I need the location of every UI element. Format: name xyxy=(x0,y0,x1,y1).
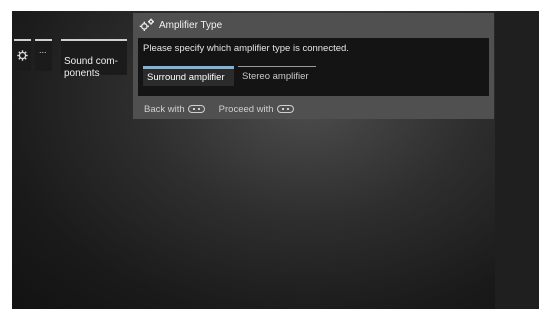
screen-edge-strip xyxy=(495,11,539,309)
breadcrumb-ellipsis[interactable]: ... xyxy=(35,39,52,71)
dialog-prompt: Please specify which amplifier type is c… xyxy=(143,43,349,54)
back-hint-label: Back with xyxy=(144,103,185,115)
breadcrumb-sound-components[interactable]: Sound com- ponents xyxy=(61,39,127,79)
gear-icon xyxy=(17,50,28,61)
breadcrumb-settings[interactable] xyxy=(14,39,31,71)
dialog-footer: Back with Proceed with xyxy=(144,102,294,116)
dialog-title: Amplifier Type xyxy=(159,19,223,31)
amplifier-type-dialog: Amplifier Type Please specify which ampl… xyxy=(133,13,494,119)
dialog-header: Amplifier Type xyxy=(139,17,222,33)
dialog-body: Please specify which amplifier type is c… xyxy=(138,38,489,96)
breadcrumb-sound-components-label: Sound com- ponents xyxy=(64,56,118,79)
option-stereo-amplifier[interactable]: Stereo amplifier xyxy=(238,66,316,86)
option-surround-amplifier[interactable]: Surround amplifier xyxy=(143,66,234,86)
gears-icon xyxy=(139,18,154,31)
tv-screen: ... Sound com- ponents Amplifier Type Pl… xyxy=(12,11,539,309)
forward-key-icon xyxy=(276,105,294,113)
rewind-key-icon xyxy=(187,105,205,113)
breadcrumb-ellipsis-label: ... xyxy=(39,45,47,55)
proceed-hint-label: Proceed with xyxy=(218,103,274,115)
